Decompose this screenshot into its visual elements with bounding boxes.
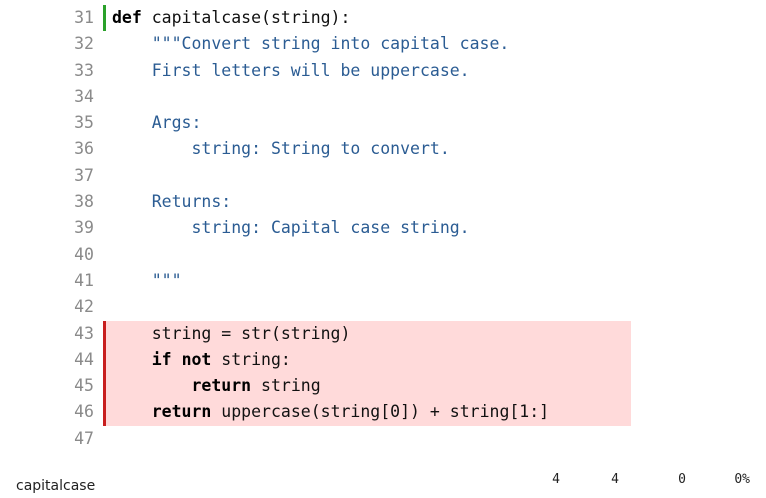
line-code: string: Capital case string. bbox=[112, 215, 470, 241]
code-line: 41 """ bbox=[0, 268, 766, 294]
code-line: 45 return string bbox=[0, 373, 766, 400]
executed-marker bbox=[103, 5, 106, 32]
keyword-token: if bbox=[151, 349, 172, 369]
keyword-token: def bbox=[112, 8, 142, 27]
docstring-token: """ bbox=[112, 270, 182, 290]
line-number[interactable]: 44 bbox=[0, 347, 94, 373]
line-number[interactable]: 34 bbox=[0, 84, 94, 110]
line-code: Returns: bbox=[112, 189, 231, 215]
function-name[interactable]: capitalcase bbox=[16, 478, 95, 494]
code-line: 32 """Convert string into capital case. bbox=[0, 31, 766, 57]
missed-marker bbox=[103, 373, 106, 400]
code-line: 44 if not string: bbox=[0, 346, 766, 374]
line-code: if not string: bbox=[112, 347, 291, 373]
code-line: 34 bbox=[0, 84, 766, 110]
code-line: 47 bbox=[0, 426, 766, 452]
docstring-token: string: Capital case string. bbox=[112, 218, 470, 238]
code-line: 40 bbox=[0, 242, 766, 268]
missed-marker bbox=[103, 346, 106, 374]
code-line: 33 First letters will be uppercase. bbox=[0, 58, 766, 84]
missing-count: 4 bbox=[611, 472, 619, 487]
docstring-token: Args: bbox=[112, 113, 202, 133]
docstring-token: First letters will be uppercase. bbox=[112, 60, 470, 80]
line-code: Args: bbox=[112, 110, 202, 136]
docstring-token: Returns: bbox=[112, 192, 232, 212]
line-number[interactable]: 32 bbox=[0, 31, 94, 57]
excluded-count: 0 bbox=[678, 472, 686, 487]
coverage-percent: 0% bbox=[734, 472, 750, 487]
line-code: """ bbox=[112, 268, 182, 294]
docstring-token: string: String to convert. bbox=[112, 139, 450, 159]
code-line: 42 bbox=[0, 294, 766, 320]
line-number[interactable]: 38 bbox=[0, 189, 94, 215]
line-number[interactable]: 40 bbox=[0, 242, 94, 268]
line-number[interactable]: 47 bbox=[0, 426, 94, 452]
line-number[interactable]: 39 bbox=[0, 215, 94, 241]
line-code: return uppercase(string[0]) + string[1:] bbox=[112, 399, 549, 425]
code-token: string = str(string) bbox=[112, 323, 351, 343]
line-number[interactable]: 43 bbox=[0, 321, 94, 347]
line-number[interactable]: 36 bbox=[0, 136, 94, 162]
code-line: 31 def capitalcase(string): bbox=[0, 5, 766, 32]
line-code: return string bbox=[112, 373, 321, 399]
line-code: First letters will be uppercase. bbox=[112, 58, 470, 84]
keyword-token: not bbox=[181, 349, 212, 369]
code-token: capitalcase(string): bbox=[141, 8, 351, 27]
line-code: string: String to convert. bbox=[112, 136, 450, 162]
line-number[interactable]: 31 bbox=[0, 5, 94, 31]
missed-marker bbox=[103, 399, 106, 426]
code-line: 39 string: Capital case string. bbox=[0, 215, 766, 241]
code-line: 36 string: String to convert. bbox=[0, 136, 766, 162]
source-listing: 31 def capitalcase(string): 32 """Convert … bbox=[0, 5, 766, 452]
code-token: string: bbox=[211, 349, 291, 369]
line-code: """Convert string into capital case. bbox=[112, 31, 510, 57]
statements-count: 4 bbox=[552, 472, 560, 487]
line-code: def capitalcase(string): bbox=[112, 5, 350, 31]
line-number[interactable]: 35 bbox=[0, 110, 94, 136]
code-line: 46 return uppercase(string[0]) + string[… bbox=[0, 399, 766, 426]
code-line: 37 bbox=[0, 163, 766, 189]
code-token: uppercase(string[0]) + string[1:] bbox=[211, 402, 550, 422]
line-code: string = str(string) bbox=[112, 321, 351, 347]
line-number[interactable]: 45 bbox=[0, 373, 94, 399]
keyword-token: return bbox=[191, 376, 252, 396]
docstring-token: """Convert string into capital case. bbox=[112, 34, 510, 54]
code-line: 43 string = str(string) bbox=[0, 320, 766, 347]
function-summary-row[interactable]: capitalcase 4 4 0 0% bbox=[0, 470, 766, 498]
line-number[interactable]: 46 bbox=[0, 399, 94, 425]
line-number[interactable]: 33 bbox=[0, 58, 94, 84]
code-line: 35 Args: bbox=[0, 110, 766, 136]
line-number[interactable]: 41 bbox=[0, 268, 94, 294]
code-token: string bbox=[251, 376, 321, 396]
keyword-token: return bbox=[151, 402, 212, 422]
missed-marker bbox=[103, 320, 106, 347]
line-number[interactable]: 37 bbox=[0, 163, 94, 189]
code-line: 38 Returns: bbox=[0, 189, 766, 215]
line-number[interactable]: 42 bbox=[0, 294, 94, 320]
